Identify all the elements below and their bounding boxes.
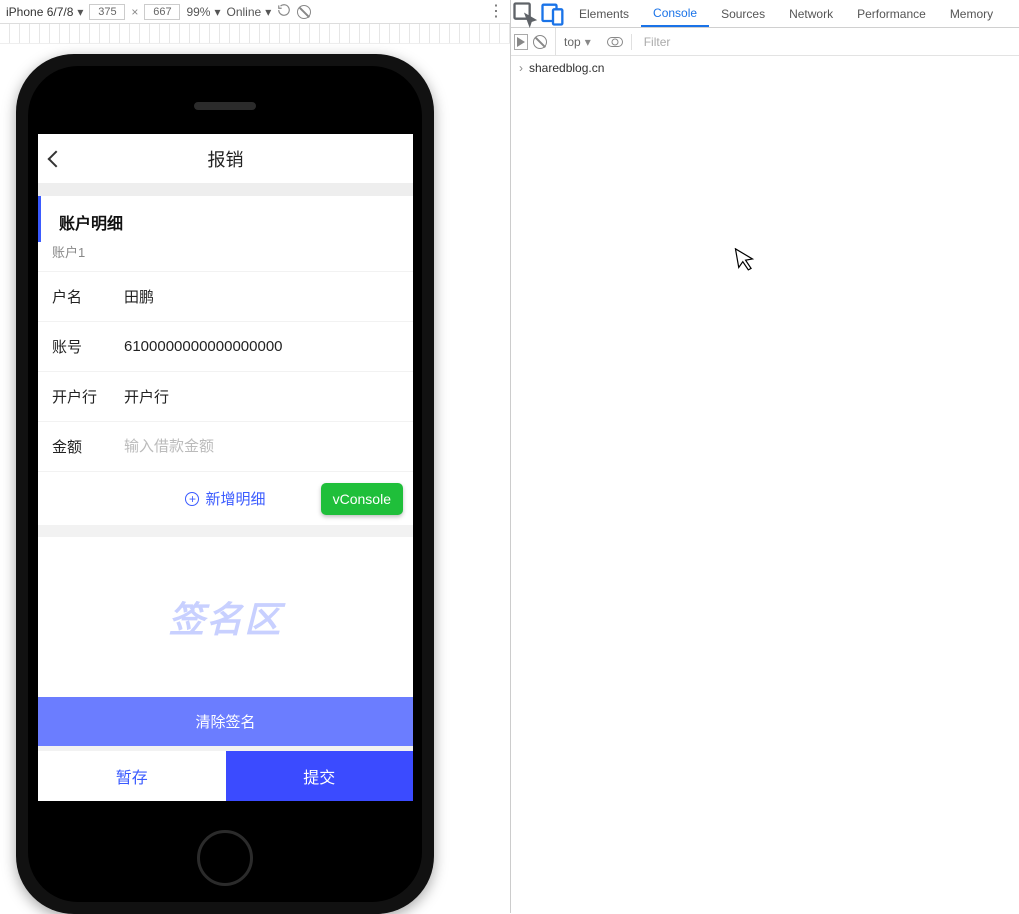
phone-speaker <box>194 102 256 110</box>
filter-input[interactable] <box>640 33 1013 51</box>
page-title: 报销 <box>208 146 244 172</box>
add-detail-label: 新增明细 <box>205 488 265 509</box>
rotate-icon[interactable] <box>277 3 291 20</box>
device-emulation-pane: iPhone 6/7/8 375 × 667 99% Online ⋮ 报销 <box>0 0 510 913</box>
label-account: 账号 <box>52 336 124 357</box>
signature-canvas[interactable]: 签名区 <box>38 537 413 697</box>
inspect-icon[interactable] <box>511 0 539 27</box>
row-bank: 开户行 开户行 <box>38 371 413 421</box>
label-bank: 开户行 <box>52 386 124 407</box>
viewport-height[interactable]: 667 <box>144 4 180 20</box>
amount-input[interactable] <box>124 438 399 455</box>
device-toolbar: iPhone 6/7/8 375 × 667 99% Online ⋮ <box>0 0 510 24</box>
tab-sources[interactable]: Sources <box>709 0 777 27</box>
console-message: sharedblog.cn <box>529 61 604 75</box>
dim-separator: × <box>131 5 138 19</box>
row-account: 账号 6100000000000000000 <box>38 321 413 371</box>
card-title: 账户明细 <box>38 196 413 242</box>
app-screen: 报销 账户明细 账户1 户名 田鹏 账号 6100000000000000000 <box>38 134 413 801</box>
value-name: 田鹏 <box>124 286 399 307</box>
plus-icon: + <box>185 492 199 506</box>
tab-console[interactable]: Console <box>641 0 709 27</box>
devtools-pane: Elements Console Sources Network Perform… <box>510 0 1019 913</box>
clear-signature-button[interactable]: 清除签名 <box>38 697 413 746</box>
home-button[interactable] <box>197 830 253 886</box>
device-icon[interactable] <box>539 0 567 27</box>
label-amount: 金额 <box>52 436 124 457</box>
value-bank: 开户行 <box>124 386 399 407</box>
phone-frame: 报销 账户明细 账户1 户名 田鹏 账号 6100000000000000000 <box>16 54 434 914</box>
device-select[interactable]: iPhone 6/7/8 <box>6 5 83 19</box>
signature-watermark: 签名区 <box>168 591 282 643</box>
app-header: 报销 <box>38 134 413 184</box>
phone-stage: 报销 账户明细 账户1 户名 田鹏 账号 6100000000000000000 <box>0 44 510 913</box>
throttle-select[interactable]: Online <box>227 5 272 19</box>
no-touch-icon[interactable] <box>297 5 311 19</box>
add-detail-row[interactable]: + 新增明细 vConsole <box>38 471 413 525</box>
submit-button[interactable]: 提交 <box>226 751 414 801</box>
devtools-tabs: Elements Console Sources Network Perform… <box>511 0 1019 28</box>
more-icon[interactable]: ⋮ <box>488 7 504 17</box>
console-line: › sharedblog.cn <box>519 60 1011 76</box>
account-card: 账户明细 账户1 户名 田鹏 账号 6100000000000000000 开户… <box>38 196 413 525</box>
account-group-label: 账户1 <box>38 242 413 271</box>
ruler <box>0 24 510 44</box>
value-account: 6100000000000000000 <box>124 338 399 355</box>
zoom-select[interactable]: 99% <box>186 5 220 19</box>
row-name: 户名 田鹏 <box>38 271 413 321</box>
vconsole-button[interactable]: vConsole <box>321 483 403 515</box>
console-body[interactable]: › sharedblog.cn <box>511 56 1019 913</box>
section-gap <box>38 184 413 196</box>
tab-network[interactable]: Network <box>777 0 845 27</box>
bottom-bar: 暂存 提交 <box>38 751 413 801</box>
save-button[interactable]: 暂存 <box>38 751 226 801</box>
clear-console-icon[interactable] <box>533 35 547 49</box>
back-icon[interactable] <box>48 150 65 167</box>
console-toolbar: top <box>511 28 1019 56</box>
divider <box>631 34 632 50</box>
cursor-icon <box>734 245 759 281</box>
sidebar-toggle-icon[interactable] <box>517 37 525 47</box>
tab-performance[interactable]: Performance <box>845 0 938 27</box>
context-select[interactable]: top <box>555 28 599 55</box>
row-amount: 金额 <box>38 421 413 471</box>
viewport-width[interactable]: 375 <box>89 4 125 20</box>
tab-elements[interactable]: Elements <box>567 0 641 27</box>
caret-icon: › <box>519 61 523 75</box>
live-expression-icon[interactable] <box>607 37 623 47</box>
tab-memory[interactable]: Memory <box>938 0 1005 27</box>
label-name: 户名 <box>52 286 124 307</box>
